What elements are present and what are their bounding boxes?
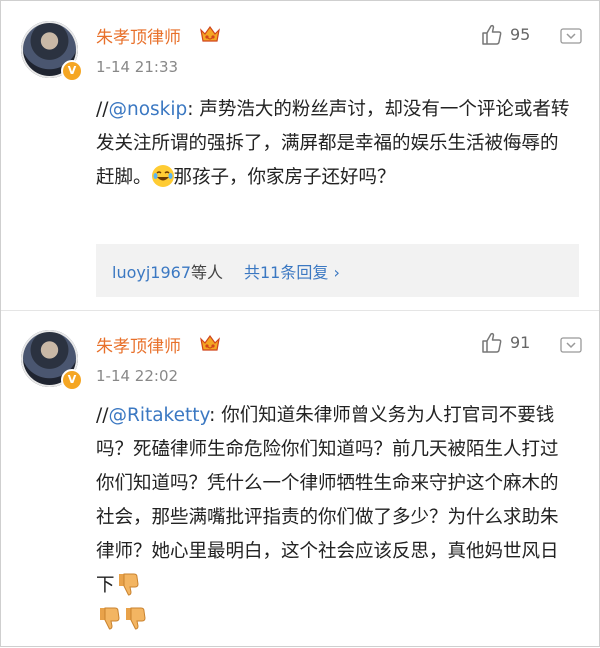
crown-vip-icon[interactable] [199,333,221,353]
comment-body: : 你们知道朱律师曾义务为人打官司不要钱吗？死磕律师生命危险你们知道吗？前几天被… [96,405,559,596]
verified-v-badge-icon: V [61,60,83,82]
comment: V 朱孝顶律师 1-14 22:02 91 //@Ritaketty: 你们知道… [1,311,599,648]
username[interactable]: 朱孝顶律师 [96,332,181,357]
verified-v-badge-icon: V [61,369,83,391]
like-count: 91 [510,333,531,352]
mention-link[interactable]: @Ritaketty [108,405,209,426]
laughing-crying-face-icon [151,165,174,187]
replies-summary[interactable]: luoyj1967等人 共11条回复 › [96,244,579,297]
thumbs-down-icon [100,607,120,630]
mention-link[interactable]: @noskip [108,99,187,120]
username[interactable]: 朱孝顶律师 [96,23,181,48]
chevron-right-icon: › [333,263,340,282]
comment-text: //@Ritaketty: 你们知道朱律师曾义务为人打官司不要钱吗？死磕律师生命… [96,399,576,637]
thumbs-down-icon [126,607,146,630]
reply-user-link[interactable]: luoyj1967等人 [112,259,223,283]
comment-text: //@noskip: 声势浩大的粉丝声讨，却没有一个评论或者转发关注所谓的强拆了… [96,93,576,195]
repost-prefix: // [96,405,109,426]
thumbs-up-outline-icon [482,24,502,45]
like-button[interactable] [480,331,504,357]
comment: V 朱孝顶律师 1-14 21:33 95 //@noskip: 声势浩大的粉丝… [1,1,599,301]
timestamp: 1-14 21:33 [96,58,179,76]
view-replies-link[interactable]: 共11条回复 › [244,259,340,283]
thumbs-up-outline-icon [482,332,502,353]
like-button[interactable] [480,23,504,49]
like-count: 95 [510,25,531,44]
timestamp: 1-14 22:02 [96,367,179,385]
chevron-down-box-icon[interactable] [560,28,582,44]
comment-body-tail: 那孩子，你家房子还好吗？ [173,167,396,188]
thumbs-down-icon [118,573,139,596]
repost-prefix: // [96,99,109,120]
reply-user-suffix: 等人 [191,263,224,282]
chevron-down-box-icon[interactable] [560,337,582,353]
crown-vip-icon[interactable] [199,24,221,44]
